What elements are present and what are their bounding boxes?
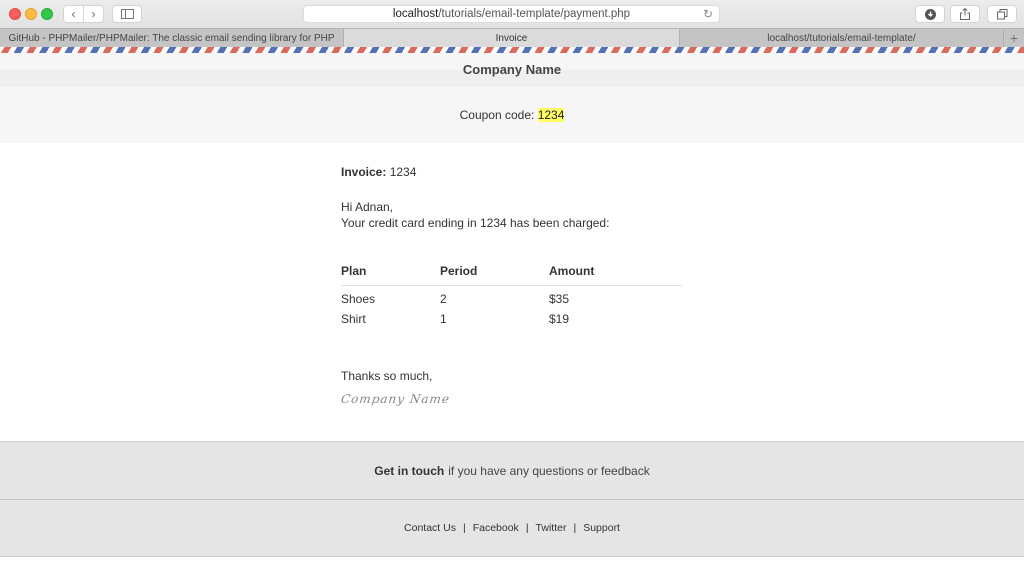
forward-button[interactable]: › [83, 5, 104, 23]
signature: Company Name [340, 392, 452, 406]
reload-icon[interactable]: ↻ [703, 7, 713, 21]
tab-email-template[interactable]: localhost/tutorials/email-template/ [680, 29, 1004, 47]
charges-table: Plan Period Amount Shoes 2 $35 Shirt 1 $… [341, 264, 683, 326]
get-in-touch-section: Get in touch if you have any questions o… [0, 441, 1024, 500]
footer-links: Contact Us | Facebook | Twitter | Suppor… [0, 500, 1024, 557]
table-row: Shoes 2 $35 [341, 286, 682, 306]
table-header-row: Plan Period Amount [341, 264, 682, 286]
tab-github[interactable]: GitHub - PHPMailer/PHPMailer: The classi… [0, 29, 344, 47]
chevron-right-icon: › [91, 7, 96, 21]
invoice-label: Invoice: [341, 165, 387, 179]
coupon-code: 1234 [537, 108, 565, 122]
download-icon [924, 8, 936, 20]
thanks-line: Thanks so much, [341, 369, 433, 383]
share-icon [960, 8, 970, 20]
cell-period: 2 [440, 292, 447, 306]
address-bar[interactable]: localhost/tutorials/email-template/payme… [303, 5, 720, 23]
show-tabs-button[interactable] [987, 5, 1017, 23]
url-path: /tutorials/email-template/payment.php [438, 8, 631, 20]
tab-bar: GitHub - PHPMailer/PHPMailer: The classi… [0, 28, 1024, 47]
cell-amount: $35 [549, 292, 570, 306]
sidebar-toggle-button[interactable] [112, 5, 142, 23]
zoom-window-button[interactable] [41, 8, 53, 20]
contact-us-link[interactable]: Contact Us [404, 522, 456, 534]
share-button[interactable] [950, 5, 980, 23]
coupon-line: Coupon code: 1234 [0, 108, 1024, 122]
link-separator: | [462, 522, 466, 534]
greeting: Hi Adnan, [341, 200, 394, 214]
cell-plan: Shirt [341, 312, 366, 326]
back-button[interactable]: ‹ [63, 5, 84, 23]
link-separator: | [573, 522, 577, 534]
coupon-label: Coupon code: [459, 108, 535, 122]
get-in-touch-text: if you have any questions or feedback [448, 463, 650, 478]
chevron-left-icon: ‹ [71, 7, 76, 21]
get-in-touch-bold: Get in touch [374, 463, 445, 478]
facebook-link[interactable]: Facebook [473, 522, 519, 534]
invoice-line: Invoice: 1234 [341, 165, 683, 179]
browser-toolbar: ‹ › localhost/tutorials/email-template/p… [0, 0, 1024, 28]
header-plan: Plan [341, 264, 440, 286]
cell-period: 1 [440, 312, 447, 326]
url-host: localhost [392, 8, 439, 20]
charge-message: Your credit card ending in 1234 has been… [341, 216, 610, 230]
link-separator: | [525, 522, 529, 534]
cell-plan: Shoes [341, 292, 376, 306]
greeting-block: Hi Adnan, Your credit card ending in 123… [341, 199, 683, 231]
downloads-button[interactable] [915, 5, 945, 23]
tab-invoice[interactable]: Invoice [344, 29, 680, 47]
support-link[interactable]: Support [583, 522, 620, 534]
minimize-window-button[interactable] [25, 8, 37, 20]
cell-amount: $19 [549, 312, 570, 326]
header-period: Period [440, 264, 549, 286]
header-amount: Amount [549, 264, 682, 286]
sidebar-icon [120, 9, 134, 19]
new-tab-button[interactable]: + [1004, 29, 1024, 47]
invoice-number: 1234 [389, 165, 417, 179]
twitter-link[interactable]: Twitter [536, 522, 567, 534]
close-window-button[interactable] [9, 8, 21, 20]
table-row: Shirt 1 $19 [341, 306, 682, 326]
tabs-icon [996, 8, 1007, 19]
company-name-heading: Company Name [462, 62, 562, 77]
